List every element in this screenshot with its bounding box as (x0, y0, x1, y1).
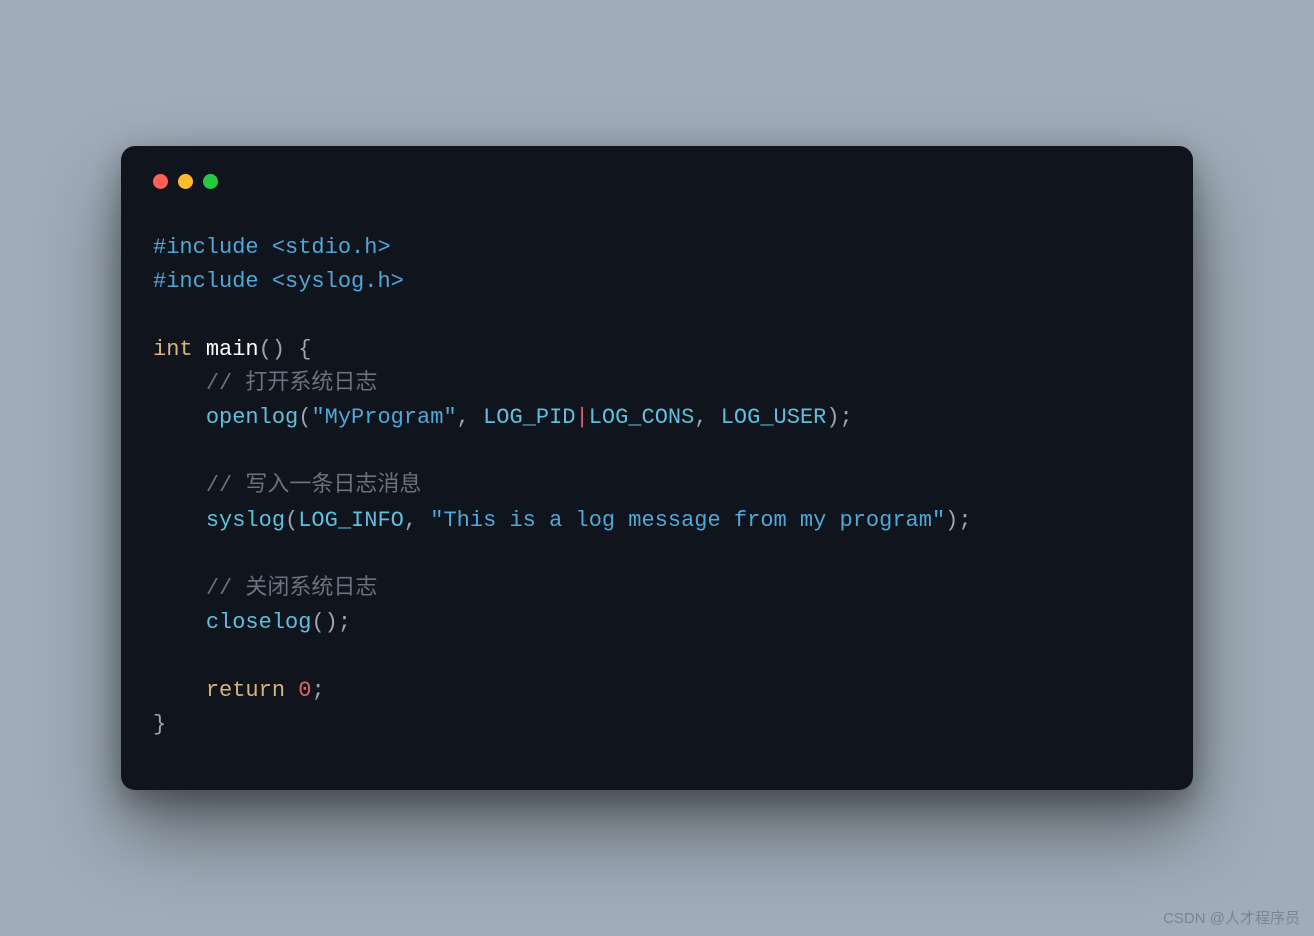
code-line: // 写入一条日志消息 (153, 473, 421, 498)
code-window: #include <stdio.h> #include <syslog.h> i… (121, 146, 1193, 790)
maximize-icon[interactable] (203, 174, 218, 189)
code-line: return 0; (153, 678, 325, 703)
code-line: closelog(); (153, 610, 351, 635)
code-block: #include <stdio.h> #include <syslog.h> i… (153, 231, 1161, 742)
code-line: } (153, 712, 166, 737)
code-line: #include <stdio.h> (153, 235, 391, 260)
minimize-icon[interactable] (178, 174, 193, 189)
code-line: int main() { (153, 337, 311, 362)
close-icon[interactable] (153, 174, 168, 189)
code-line: // 关闭系统日志 (153, 576, 377, 601)
code-line: // 打开系统日志 (153, 371, 377, 396)
code-line: syslog(LOG_INFO, "This is a log message … (153, 508, 972, 533)
code-line: #include <syslog.h> (153, 269, 404, 294)
watermark: CSDN @人才程序员 (1163, 907, 1300, 928)
code-line: openlog("MyProgram", LOG_PID|LOG_CONS, L… (153, 405, 853, 430)
traffic-lights (153, 174, 1161, 189)
